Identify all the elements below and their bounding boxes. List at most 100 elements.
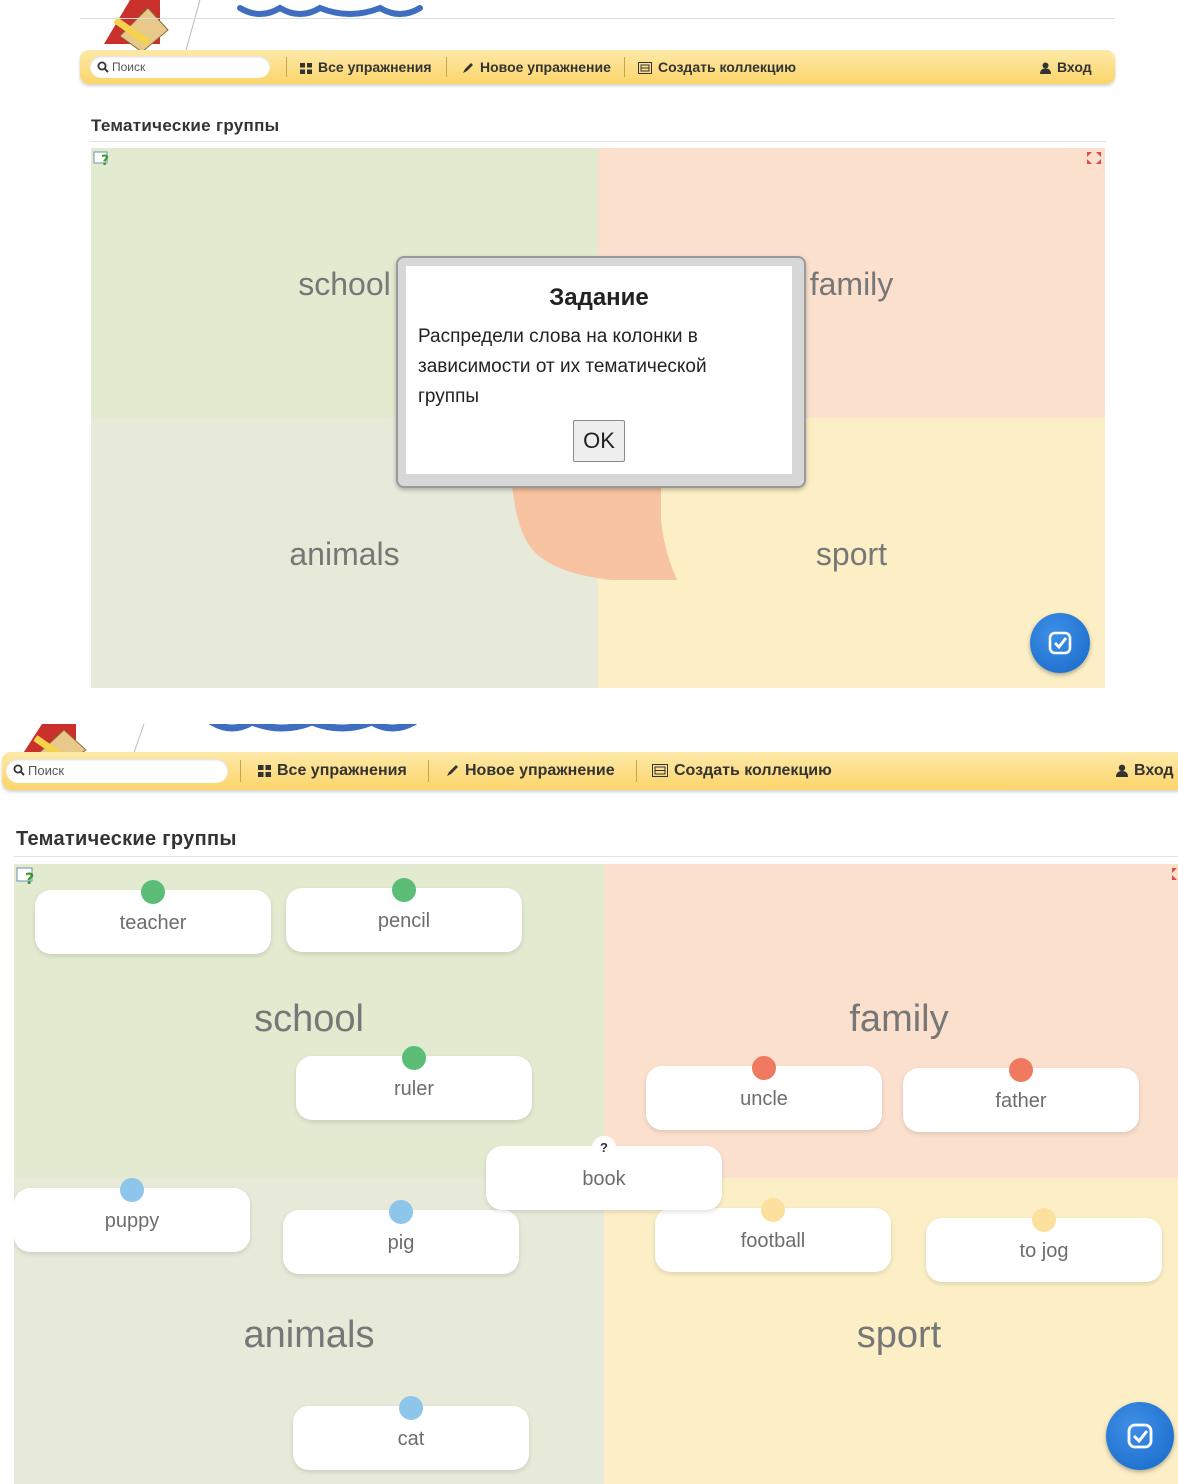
nav-login-label: Вход [1057,59,1092,75]
page-title: Тематические группы [16,828,237,850]
search-placeholder: Поиск [28,763,65,778]
fullscreen-icon[interactable] [1087,152,1101,164]
nav-all-exercises[interactable]: Все упражнения [258,752,407,790]
header-divider [80,18,1115,19]
word-card-to-jog[interactable]: to jog [926,1208,1162,1282]
word-card-teacher[interactable]: teacher [35,880,271,954]
nav-separator [636,760,637,782]
nav-login[interactable]: Вход [1040,50,1092,84]
status-dot-red [1009,1058,1033,1082]
search-icon [13,764,25,776]
fullscreen-icon[interactable] [1172,868,1178,880]
exercise-board: school family animals sport ? teacher pe… [14,864,1178,1484]
word-card-puppy[interactable]: puppy [14,1178,250,1252]
nav-new-exercise[interactable]: Новое упражнение [462,50,611,84]
status-dot-green [141,880,165,904]
collection-icon [652,764,668,778]
nav-login[interactable]: Вход [1116,752,1174,790]
status-dot-green [402,1046,426,1070]
task-dialog-body: Задание Распредели слова на колонки в за… [406,266,792,474]
status-dot-red [752,1056,776,1080]
status-dot-blue [389,1200,413,1224]
card-word: to jog [1019,1240,1069,1262]
nav-login-label: Вход [1134,762,1174,779]
svg-text:?: ? [25,869,34,888]
nav-create-collection[interactable]: Создать коллекцию [652,752,832,790]
zone-label-animals: animals [243,1314,375,1356]
user-icon [1040,62,1051,75]
nav-separator [446,57,447,77]
card-word: uncle [740,1088,788,1110]
main-navbar: Поиск Все упражнения Новое упражнение Со… [80,50,1115,84]
status-dot-blue [120,1178,144,1202]
word-card-pig[interactable]: pig [283,1200,519,1274]
zone-label-animals: animals [289,536,400,572]
card-word: pencil [377,910,431,932]
nav-new-exercise-label: Новое упражнение [465,762,615,779]
help-icon[interactable]: ? [93,150,113,168]
nav-all-exercises-label: Все упражнения [277,762,407,779]
pencil-icon [447,765,458,777]
task-dialog-text: Распредели слова на колонки в зависимост… [418,326,707,407]
help-icon[interactable]: ? [16,866,40,888]
check-icon [1127,1423,1153,1449]
card-word: teacher [119,912,187,934]
word-card-football[interactable]: football [655,1198,891,1272]
card-word: father [995,1090,1047,1112]
nav-separator [624,57,625,77]
ok-button[interactable]: OK [573,420,625,462]
search-input[interactable]: Поиск [90,56,270,78]
word-card-cat[interactable]: cat [293,1396,529,1470]
title-divider [14,856,1178,857]
nav-all-exercises-label: Все упражнения [318,59,432,75]
zone-label-sport: sport [815,536,888,572]
nav-separator [428,760,429,782]
nav-create-collection-label: Создать коллекцию [674,762,832,779]
site-logo[interactable] [90,0,430,54]
card-word: ruler [393,1078,434,1100]
status-dot-green [392,878,416,902]
logo-image [104,0,423,53]
nav-new-exercise[interactable]: Новое упражнение [446,752,615,790]
check-answers-button[interactable] [1030,613,1090,673]
nav-separator [240,760,241,782]
screenshot-task-dialog: Поиск Все упражнения Новое упражнение Со… [0,0,1178,700]
status-dot-yellow [1032,1208,1056,1232]
nav-create-collection[interactable]: Создать коллекцию [638,50,796,84]
pencil-icon [463,63,473,74]
check-answers-button[interactable] [1106,1402,1174,1470]
nav-all-exercises[interactable]: Все упражнения [300,50,432,84]
search-input[interactable]: Поиск [6,759,228,783]
word-card-ruler[interactable]: ruler [296,1046,532,1120]
card-word: book [582,1168,626,1190]
collection-icon [638,62,652,75]
word-card-pencil[interactable]: pencil [286,878,522,952]
check-icon [1048,631,1072,655]
word-card-uncle[interactable]: uncle [646,1056,882,1130]
status-dot-blue [399,1396,423,1420]
page-title: Тематические группы [91,116,280,135]
title-divider [90,141,1106,142]
card-word: pig [387,1232,415,1254]
status-dot-yellow [761,1198,785,1222]
card-word: cat [397,1428,425,1450]
main-navbar: Поиск Все упражнения Новое упражнение Со… [2,752,1178,790]
nav-separator [286,57,287,77]
unknown-marker: ? [592,1136,616,1160]
card-word: football [740,1230,806,1252]
task-dialog: Задание Распредели слова на колонки в за… [396,256,806,488]
nav-create-collection-label: Создать коллекцию [658,59,797,75]
zone-label-school: school [254,998,364,1040]
search-placeholder: Поиск [112,60,146,74]
grid-icon [258,764,271,777]
zone-label-sport: sport [856,1314,942,1356]
search-icon [97,61,109,73]
nav-new-exercise-label: Новое упражнение [480,59,611,75]
word-card-book[interactable]: ? book [486,1136,722,1210]
screenshot-word-cards: Поиск Все упражнения Новое упражнение Со… [0,700,1178,1484]
grid-icon [300,62,312,74]
zone-label-family: family [849,998,949,1040]
card-word: puppy [104,1210,160,1232]
word-card-father[interactable]: father [903,1058,1139,1132]
user-icon [1116,764,1128,778]
